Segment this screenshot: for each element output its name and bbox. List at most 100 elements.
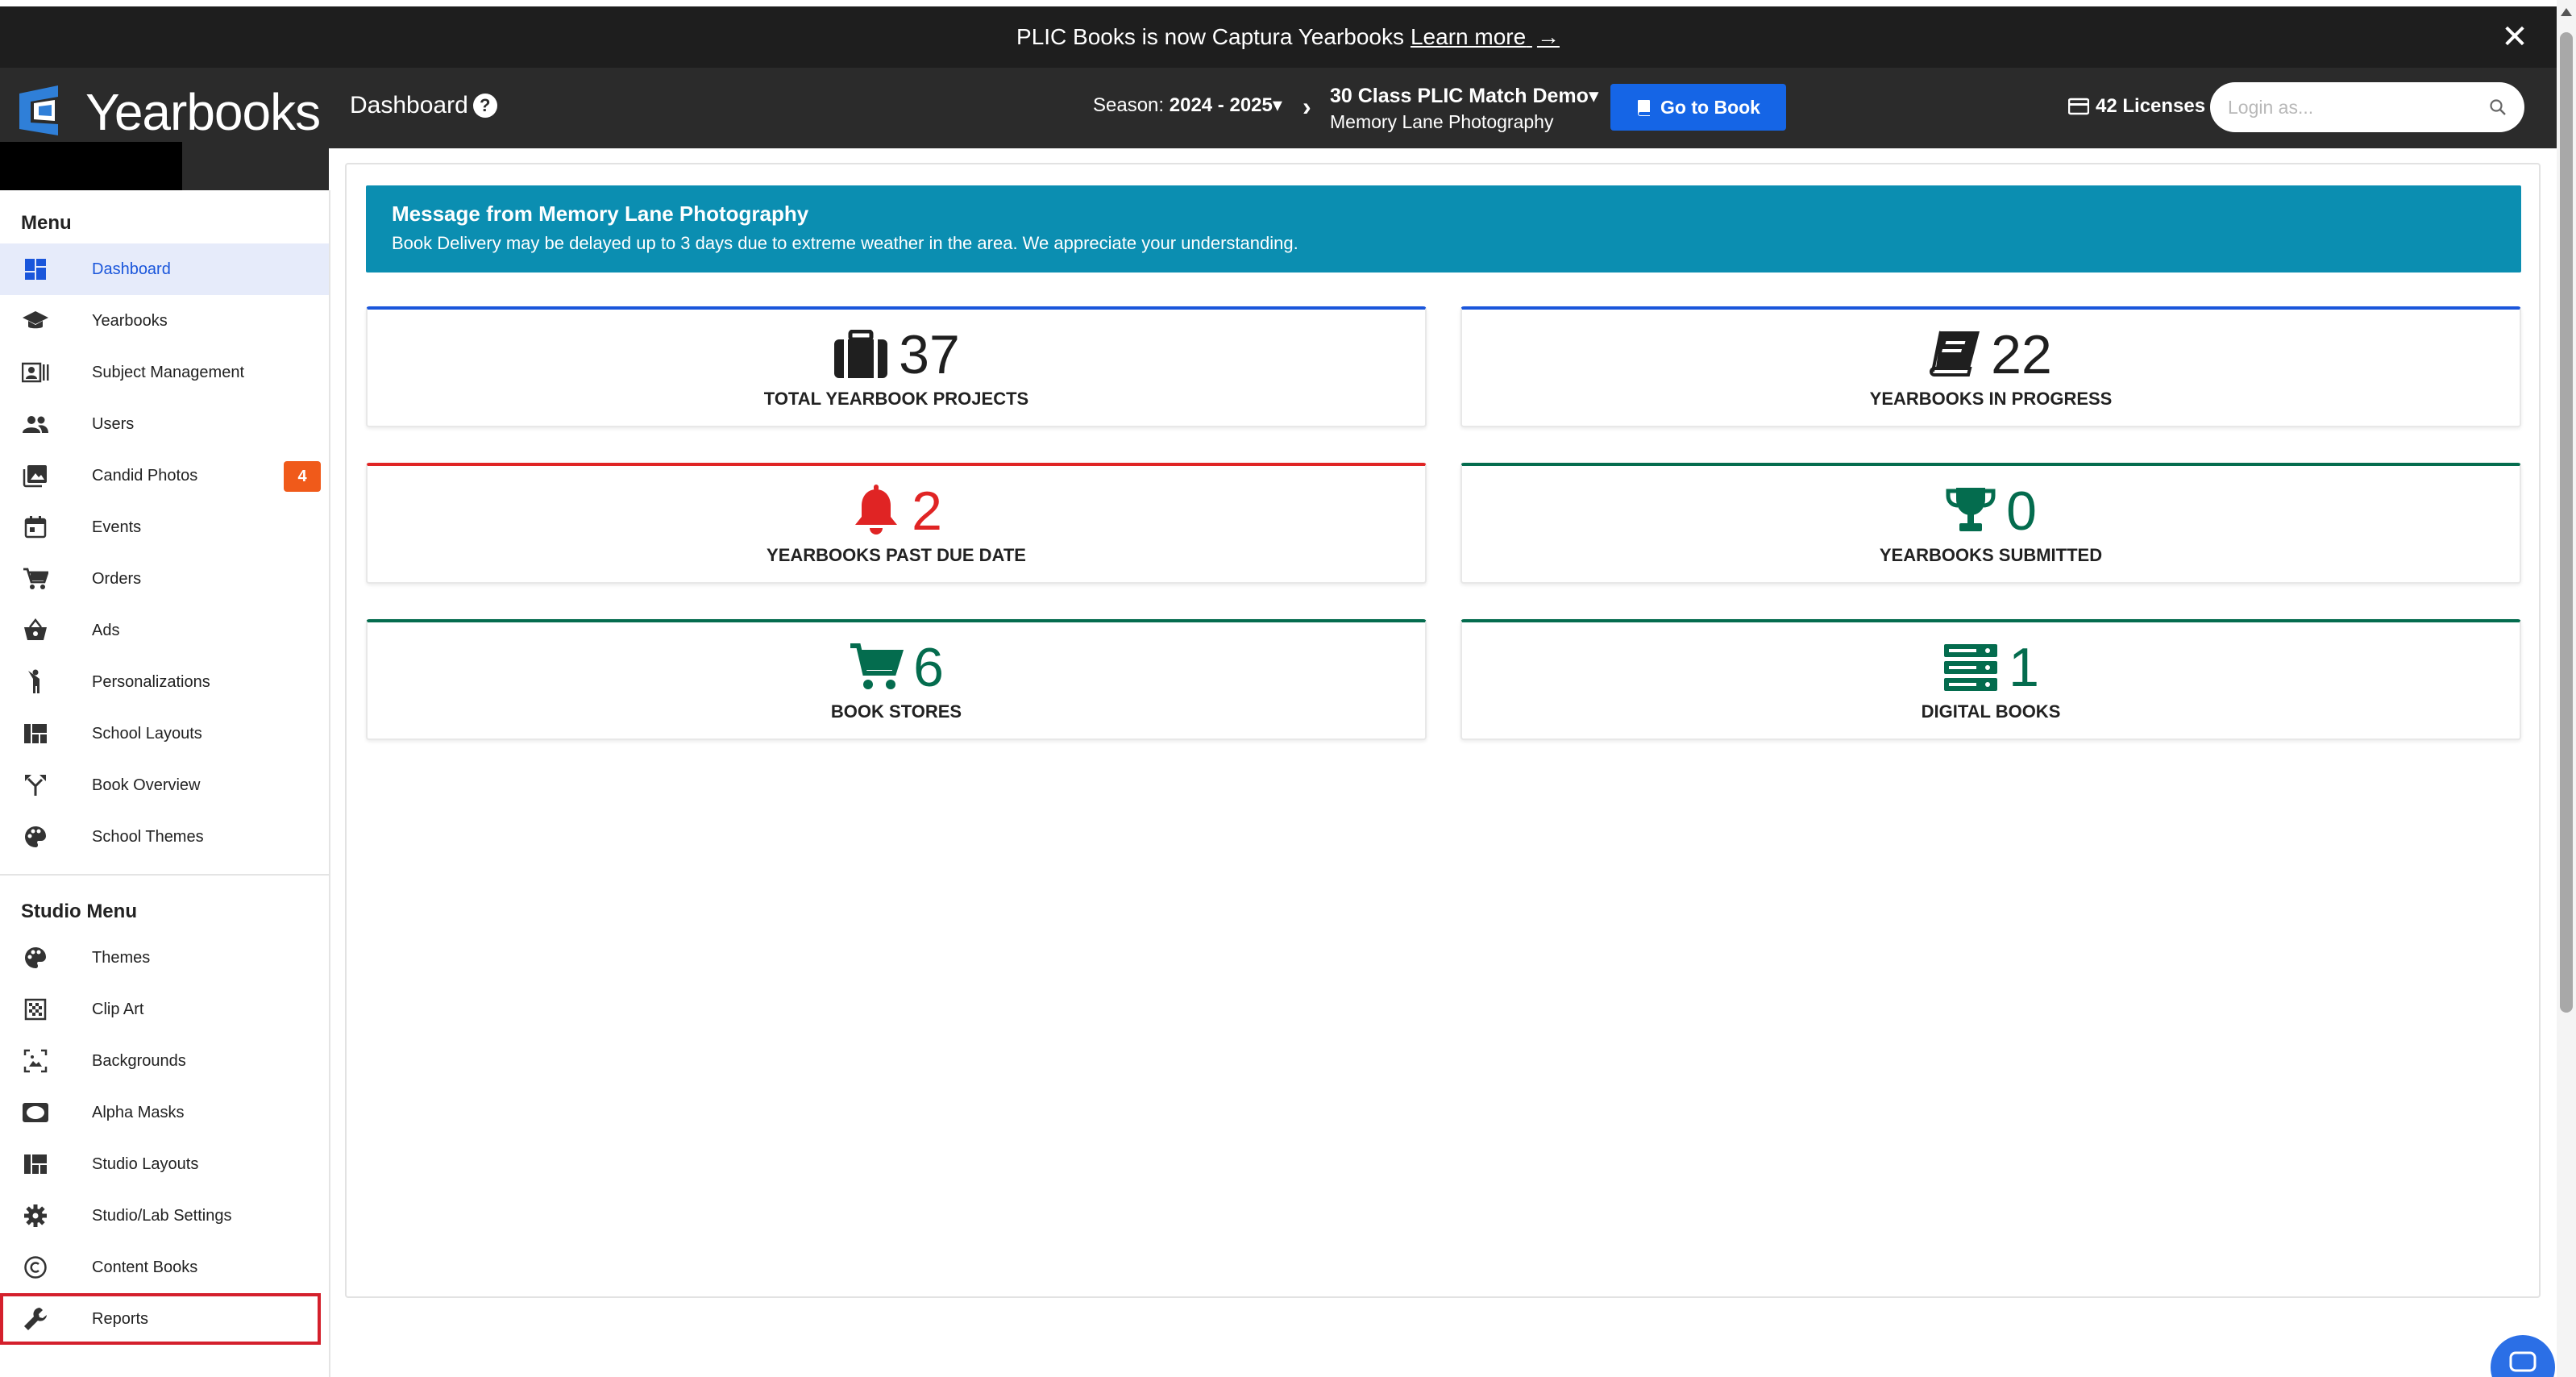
sidebar-item-school-themes[interactable]: School Themes xyxy=(0,811,329,863)
sidebar-item-reports[interactable]: Reports xyxy=(0,1293,321,1345)
sidebar: Menu Dashboard Yearbooks Subject Managem… xyxy=(0,190,330,1377)
help-icon[interactable]: ? xyxy=(472,94,497,118)
scrollbar-thumb[interactable] xyxy=(2560,32,2573,1013)
search-icon[interactable] xyxy=(2489,98,2507,116)
sidebar-item-label: Clip Art xyxy=(92,1000,144,1018)
cart-icon xyxy=(850,643,904,689)
trophy-icon xyxy=(1946,488,1996,531)
chat-launcher-button[interactable] xyxy=(2491,1335,2555,1377)
gear-icon xyxy=(19,1200,52,1232)
page-title: Dashboard ? xyxy=(350,92,497,119)
oval-mask-icon xyxy=(19,1096,52,1129)
licenses-label: 42 Licenses xyxy=(2096,95,2206,117)
sidebar-item-candid-photos[interactable]: Candid Photos 4 xyxy=(0,450,329,501)
briefcase-icon xyxy=(834,330,888,378)
sidebar-item-themes[interactable]: Themes xyxy=(0,932,329,984)
app-logo[interactable]: Yearbooks xyxy=(0,68,329,190)
stat-card-digital-books[interactable]: 1 DIGITAL BOOKS xyxy=(1460,619,2521,740)
graduation-cap-icon xyxy=(19,305,52,337)
sidebar-item-personalizations[interactable]: Personalizations xyxy=(0,656,329,708)
sidebar-item-school-layouts[interactable]: School Layouts xyxy=(0,708,329,759)
sidebar-item-label: Alpha Masks xyxy=(92,1103,185,1121)
alert-body: Book Delivery may be delayed up to 3 day… xyxy=(392,233,1298,253)
season-selector[interactable]: Season: 2024 - 2025▾ xyxy=(1093,94,1282,117)
sidebar-item-label: Content Books xyxy=(92,1258,198,1276)
sidebar-item-ads[interactable]: Ads xyxy=(0,605,329,656)
sidebar-item-studio-lab-settings[interactable]: Studio/Lab Settings xyxy=(0,1190,329,1242)
sidebar-item-label: Book Overview xyxy=(92,776,201,794)
book-title: 30 Class PLIC Match Demo xyxy=(1330,85,1589,107)
fork-icon xyxy=(19,769,52,801)
learn-more-label: Learn more xyxy=(1410,24,1527,49)
sidebar-item-events[interactable]: Events xyxy=(0,501,329,553)
scroll-up-arrow-icon[interactable] xyxy=(2561,8,2572,16)
sidebar-item-label: Orders xyxy=(92,569,142,588)
login-as-input[interactable] xyxy=(2228,96,2489,119)
book-icon xyxy=(1930,331,1980,376)
dashboard-panel: Message from Memory Lane Photography Boo… xyxy=(345,163,2541,1298)
sidebar-item-alpha-masks[interactable]: Alpha Masks xyxy=(0,1087,329,1138)
sidebar-item-label: School Themes xyxy=(92,827,204,846)
sidebar-item-users[interactable]: Users xyxy=(0,398,329,450)
chevron-down-icon: ▾ xyxy=(1588,85,1599,107)
book-selector[interactable]: 30 Class PLIC Match Demo▾ Memory Lane Ph… xyxy=(1330,84,1599,133)
sidebar-item-backgrounds[interactable]: Backgrounds xyxy=(0,1035,329,1087)
stat-label: TOTAL YEARBOOK PROJECTS xyxy=(763,389,1029,409)
image-frame-icon xyxy=(19,1045,52,1077)
stat-card-past-due[interactable]: 2 YEARBOOKS PAST DUE DATE xyxy=(366,463,1427,584)
arrow-right-icon: → xyxy=(1536,24,1560,49)
sidebar-item-dashboard[interactable]: Dashboard xyxy=(0,243,329,295)
sidebar-item-label: Studio Layouts xyxy=(92,1154,199,1173)
chat-icon xyxy=(2509,1351,2537,1372)
stat-label: YEARBOOKS IN PROGRESS xyxy=(1869,389,2113,409)
stat-card-total-projects[interactable]: 37 TOTAL YEARBOOK PROJECTS xyxy=(366,306,1427,427)
stat-label: DIGITAL BOOKS xyxy=(1921,701,2061,722)
alert-title: Message from Memory Lane Photography xyxy=(392,202,809,226)
redacted-box xyxy=(0,142,182,190)
grid-pattern-icon xyxy=(19,993,52,1025)
licenses-indicator[interactable]: 42 Licenses xyxy=(2068,95,2205,118)
sidebar-divider xyxy=(0,874,329,876)
go-to-book-button[interactable]: Go to Book xyxy=(1610,84,1786,131)
sidebar-item-subject-management[interactable]: Subject Management xyxy=(0,347,329,398)
stat-card-submitted[interactable]: 0 YEARBOOKS SUBMITTED xyxy=(1460,463,2521,584)
layout-icon xyxy=(19,1148,52,1180)
announcement-bar: PLIC Books is now Captura Yearbooks Lear… xyxy=(0,0,2576,68)
stat-value: 2 xyxy=(912,480,942,542)
layout-icon xyxy=(19,718,52,750)
sidebar-item-label: Dashboard xyxy=(92,260,171,278)
stat-label: YEARBOOKS SUBMITTED xyxy=(1879,545,2103,565)
contact-card-icon xyxy=(19,356,52,389)
sidebar-item-studio-layouts[interactable]: Studio Layouts xyxy=(0,1138,329,1190)
close-icon: ✕ xyxy=(2501,19,2528,55)
sidebar-item-book-overview[interactable]: Book Overview xyxy=(0,759,329,811)
candid-photos-count-badge: 4 xyxy=(284,461,321,492)
stat-card-book-stores[interactable]: 6 BOOK STORES xyxy=(366,619,1427,740)
palette-icon xyxy=(19,821,52,853)
sidebar-item-label: Candid Photos xyxy=(92,466,198,485)
stat-label: BOOK STORES xyxy=(830,701,962,722)
page-scrollbar[interactable] xyxy=(2557,0,2576,1377)
stat-card-in-progress[interactable]: 22 YEARBOOKS IN PROGRESS xyxy=(1460,306,2521,427)
sidebar-item-orders[interactable]: Orders xyxy=(0,553,329,605)
sidebar-item-content-books[interactable]: Content Books xyxy=(0,1242,329,1293)
people-icon xyxy=(19,408,52,440)
sidebar-item-label: Themes xyxy=(92,948,151,967)
sidebar-item-label: Backgrounds xyxy=(92,1051,186,1070)
studio-message-alert: Message from Memory Lane Photography Boo… xyxy=(366,185,2521,272)
close-announcement-button[interactable]: ✕ xyxy=(2499,19,2531,55)
stat-value: 0 xyxy=(2006,480,2037,542)
sidebar-item-clip-art[interactable]: Clip Art xyxy=(0,984,329,1035)
menu-section-title: Menu xyxy=(21,212,72,234)
login-as-field[interactable] xyxy=(2210,82,2524,132)
learn-more-link[interactable]: Learn more → xyxy=(1411,24,1560,50)
stat-label: YEARBOOKS PAST DUE DATE xyxy=(767,545,1026,565)
chevron-right-icon: › xyxy=(1303,92,1311,121)
photo-library-icon xyxy=(19,460,52,492)
captura-logo-icon xyxy=(19,85,58,135)
studio-menu-section-title: Studio Menu xyxy=(21,901,137,922)
app-name: Yearbooks xyxy=(85,83,321,141)
sidebar-item-label: Reports xyxy=(92,1309,149,1328)
basket-icon xyxy=(19,614,52,647)
sidebar-item-yearbooks[interactable]: Yearbooks xyxy=(0,295,329,347)
